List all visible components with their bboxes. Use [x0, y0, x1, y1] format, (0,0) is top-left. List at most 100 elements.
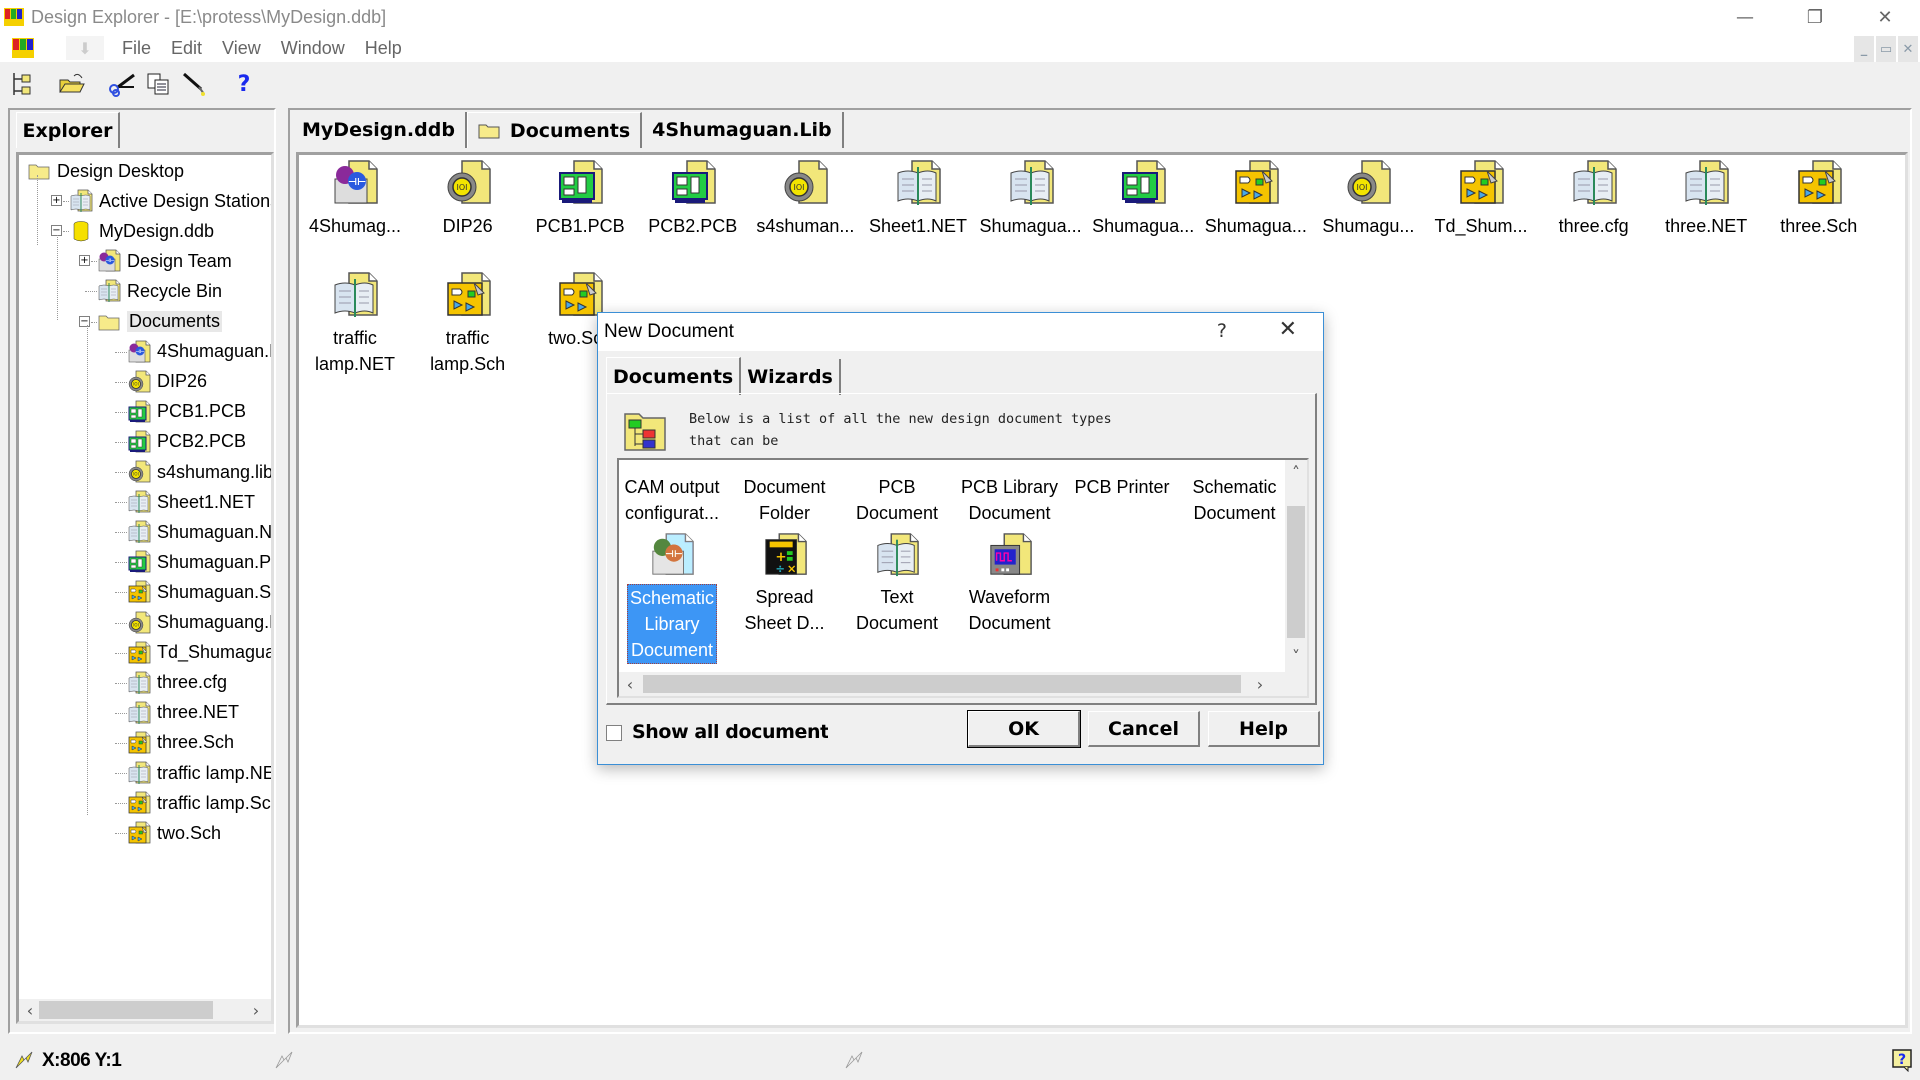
document-item[interactable]: Sheet1.NET — [862, 159, 974, 239]
document-type-item[interactable]: PCB Document — [842, 466, 952, 526]
tree-item[interactable]: Design Desktop — [27, 157, 184, 185]
tab-wizards[interactable]: Wizards — [741, 359, 841, 395]
dialog-close-icon[interactable]: ✕ — [1279, 317, 1297, 342]
tree-item[interactable]: PCB2.PCB — [127, 428, 246, 456]
menu-window[interactable]: Window — [281, 38, 345, 59]
expand-icon[interactable]: + — [51, 195, 62, 207]
tree-item[interactable]: PCB1.PCB — [127, 398, 246, 426]
document-type-item[interactable]: Spread Sheet D... — [730, 532, 840, 636]
document-item[interactable]: 4Shumag... — [299, 159, 411, 239]
tree-item[interactable]: s4shumang.lib — [127, 458, 271, 486]
document-type-item[interactable]: Waveform Document — [955, 532, 1065, 636]
wave-doc-icon — [987, 532, 1033, 578]
document-item[interactable]: s4shuman... — [749, 159, 861, 239]
document-type-item[interactable]: Text Document — [842, 532, 952, 636]
tree-item[interactable]: Shumaguan.NE — [127, 518, 271, 546]
document-type-item[interactable]: CAM output configurat... — [619, 466, 727, 526]
document-item[interactable]: PCB1.PCB — [524, 159, 636, 239]
scroll-left-arrow[interactable]: ‹ — [21, 1000, 39, 1020]
document-item[interactable]: traffic lamp.NET — [299, 271, 411, 377]
tree-item[interactable]: three.cfg — [127, 669, 227, 697]
ok-button[interactable]: OK — [967, 710, 1081, 748]
document-item[interactable]: Shumagua... — [1200, 159, 1312, 239]
document-type-item[interactable]: Schematic Library Document — [619, 532, 727, 664]
menu-help[interactable]: Help — [365, 38, 402, 59]
tree-item[interactable]: 4Shumaguan.Li — [127, 338, 271, 366]
scroll-left-arrow[interactable]: ‹ — [621, 674, 639, 694]
document-item[interactable]: Shumagu... — [1312, 159, 1424, 239]
menu-edit[interactable]: Edit — [171, 38, 202, 59]
collapse-icon[interactable]: − — [79, 315, 90, 327]
tree-item[interactable]: DIP26 — [127, 368, 207, 396]
document-item[interactable]: Shumagua... — [975, 159, 1087, 239]
tab-4shumaguan-lib[interactable]: 4Shumaguan.Lib — [642, 112, 844, 148]
tree-item[interactable]: Recycle Bin — [97, 277, 222, 305]
document-type-item[interactable]: Document Folder — [730, 466, 840, 526]
list-horizontal-scrollbar[interactable]: ‹ › — [619, 672, 1307, 696]
document-item[interactable]: three.Sch — [1763, 159, 1875, 239]
copy-button[interactable] — [144, 70, 172, 98]
tab-documents[interactable]: Documents — [466, 112, 643, 148]
open-button[interactable] — [58, 70, 86, 98]
tree-item[interactable]: traffic lamp.NE — [127, 759, 271, 787]
document-item[interactable]: three.cfg — [1538, 159, 1650, 239]
restore-button[interactable]: ❐ — [1780, 0, 1850, 34]
mdi-restore-button[interactable]: ▭ — [1876, 36, 1896, 62]
toggle-explorer-button[interactable] — [8, 70, 36, 98]
mdi-close-button[interactable]: ✕ — [1898, 36, 1918, 62]
scroll-thumb[interactable] — [643, 675, 1241, 693]
document-type-item[interactable]: PCB Printer — [1067, 466, 1177, 500]
list-vertical-scrollbar[interactable]: ˄ ˅ — [1285, 460, 1307, 672]
document-type-item[interactable]: PCB Library Document — [955, 466, 1065, 526]
tree-item[interactable]: Active Design Stations — [69, 187, 271, 215]
tree-connector — [115, 532, 127, 534]
scroll-up-arrow[interactable]: ˄ — [1287, 462, 1305, 482]
document-item[interactable]: traffic lamp.Sch — [412, 271, 524, 377]
tab-mydesign-ddb[interactable]: MyDesign.ddb — [292, 112, 467, 148]
scroll-right-arrow[interactable]: › — [247, 1000, 265, 1020]
menu-file[interactable]: File — [122, 38, 151, 59]
tree-item[interactable]: Documents — [97, 308, 223, 336]
document-item[interactable]: PCB2.PCB — [637, 159, 749, 239]
cut-button[interactable] — [108, 70, 136, 98]
dialog-help-icon[interactable]: ? — [1217, 320, 1227, 342]
cancel-button[interactable]: Cancel — [1088, 711, 1200, 747]
close-window-button[interactable]: ✕ — [1850, 0, 1920, 34]
scroll-thumb[interactable] — [1287, 506, 1305, 638]
show-all-kinds-checkbox[interactable] — [606, 725, 622, 741]
tree-item[interactable]: Design Team — [97, 247, 232, 275]
paste-button[interactable] — [180, 70, 208, 98]
mdi-minimize-button[interactable]: _ — [1854, 36, 1874, 62]
tree-horizontal-scrollbar[interactable]: ‹ › — [19, 999, 271, 1021]
tree-item[interactable]: Shumaguan.PCI — [127, 548, 271, 576]
minimize-button[interactable]: — — [1710, 0, 1780, 34]
tree-item[interactable]: three.NET — [127, 699, 239, 727]
tree-item[interactable]: Sheet1.NET — [127, 488, 255, 516]
tree-item[interactable]: traffic lamp.Sch — [127, 789, 271, 817]
document-type-item[interactable]: Schematic Document — [1180, 466, 1290, 526]
tree-item[interactable]: Shumaguan.Sch — [127, 578, 271, 606]
tree-item[interactable]: Shumaguang.LI — [127, 609, 271, 637]
scroll-thumb[interactable] — [39, 1001, 213, 1019]
tab-documents[interactable]: Documents — [606, 357, 742, 395]
expand-icon[interactable]: + — [79, 255, 90, 267]
document-item[interactable]: Shumagua... — [1087, 159, 1199, 239]
tree-item[interactable]: Td_Shumaguan — [127, 639, 271, 667]
document-item[interactable]: three.NET — [1650, 159, 1762, 239]
context-help-icon[interactable]: ? — [1890, 1048, 1914, 1072]
tab-explorer[interactable]: Explorer — [16, 112, 120, 148]
document-item[interactable]: Td_Shum... — [1425, 159, 1537, 239]
tree-connector — [115, 502, 127, 504]
tree-item[interactable]: two.Sch — [127, 819, 221, 847]
scroll-down-arrow[interactable]: ˅ — [1287, 646, 1305, 666]
show-all-kinds-label[interactable]: Show all document ki — [632, 721, 828, 743]
menu-view[interactable]: View — [222, 38, 261, 59]
tree-item[interactable]: MyDesign.ddb — [69, 217, 214, 245]
document-system-menu-icon[interactable] — [10, 36, 36, 60]
help-button[interactable]: ? — [230, 70, 258, 98]
document-item[interactable]: DIP26 — [412, 159, 524, 239]
help-button[interactable]: Help — [1208, 711, 1320, 747]
tree-item[interactable]: three.Sch — [127, 729, 234, 757]
back-arrow-icon[interactable]: ⬇ — [66, 36, 104, 60]
scroll-right-arrow[interactable]: › — [1251, 674, 1269, 694]
